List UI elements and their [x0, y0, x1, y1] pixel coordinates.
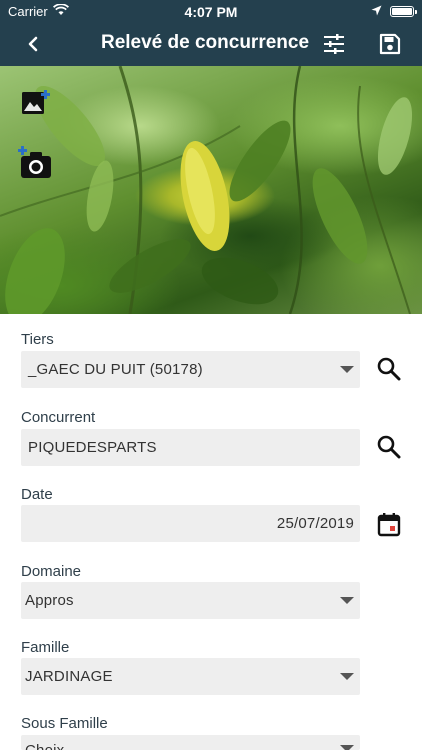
concurrent-search-button[interactable] [376, 434, 404, 462]
leaf-photo [0, 66, 413, 314]
concurrent-field[interactable]: PIQUEDESPARTS [21, 429, 360, 466]
tiers-label: Tiers [21, 331, 54, 348]
status-time: 4:07 PM [184, 4, 238, 20]
calendar-button[interactable] [376, 512, 404, 540]
dropdown-caret-icon [340, 673, 354, 680]
save-icon [379, 33, 401, 55]
domaine-label: Domaine [21, 563, 82, 580]
save-button[interactable] [376, 30, 404, 58]
concurrent-value: PIQUEDESPARTS [28, 439, 157, 456]
concurrent-label: Concurrent [21, 409, 96, 426]
famille-select[interactable]: JARDINAGE [21, 658, 360, 695]
add-photo-camera-icon [18, 146, 51, 178]
page-title: Relevé de concurrence [100, 32, 310, 53]
status-right [371, 4, 417, 19]
status-bar: Carrier 4:07 PM [0, 0, 422, 22]
add-photo-button[interactable] [18, 146, 54, 180]
famille-value: JARDINAGE [25, 668, 113, 685]
add-image-icon [22, 90, 50, 114]
tiers-select[interactable]: _GAEC DU PUIT (50178) [21, 351, 360, 388]
tiers-value: _GAEC DU PUIT (50178) [28, 361, 203, 378]
add-image-button[interactable] [20, 86, 52, 118]
search-icon [377, 357, 401, 381]
famille-label: Famille [21, 639, 70, 656]
date-label: Date [21, 486, 53, 503]
dropdown-caret-icon [340, 366, 354, 373]
sous-famille-select[interactable]: Choix... [21, 735, 360, 750]
domaine-select[interactable]: Appros [21, 582, 360, 619]
photo-area [0, 66, 422, 314]
dropdown-caret-icon [340, 597, 354, 604]
date-value: 25/07/2019 [276, 515, 354, 532]
sous-famille-label: Sous Famille [21, 715, 108, 732]
back-button[interactable] [18, 30, 48, 58]
calendar-icon [377, 513, 401, 537]
location-arrow-icon [371, 4, 382, 19]
sous-famille-value: Choix... [25, 742, 77, 750]
domaine-value: Appros [25, 592, 74, 609]
date-field[interactable]: 25/07/2019 [21, 505, 360, 542]
search-icon [377, 435, 401, 459]
filter-settings-button[interactable] [320, 30, 348, 58]
dropdown-caret-icon [340, 745, 354, 750]
filter-settings-icon [324, 34, 344, 54]
back-chevron-icon [28, 36, 38, 52]
tiers-search-button[interactable] [376, 356, 404, 384]
battery-icon [390, 6, 417, 17]
navigation-bar: Relevé de concurrence [0, 22, 422, 66]
